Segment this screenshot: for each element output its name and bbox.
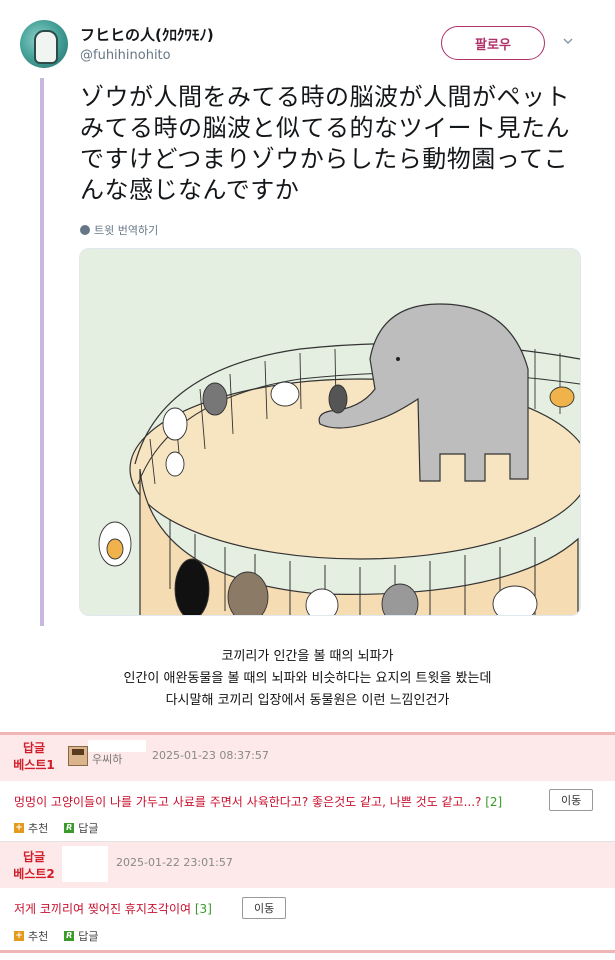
zoo-illustration xyxy=(80,249,580,615)
section-divider xyxy=(0,950,615,953)
caption-line: 다시말해 코끼리 입장에서 동물원은 이런 느낌인건가 xyxy=(165,693,450,708)
chevron-down-icon[interactable] xyxy=(563,36,573,46)
tweet-image[interactable] xyxy=(79,248,581,616)
post-caption: 코끼리가 인간을 볼 때의 뇌파가 인간이 애완동물을 볼 때의 뇌파와 비슷하… xyxy=(0,646,615,712)
profile-avatar[interactable] xyxy=(20,20,68,68)
comment-date: 2025-01-22 23:01:57 xyxy=(116,856,233,869)
comment-date: 2025-01-23 08:37:57 xyxy=(152,749,269,762)
nickname-redaction xyxy=(88,740,146,752)
user-redaction xyxy=(62,846,108,882)
caption-line: 인간이 애완동물을 볼 때의 뇌파와 비슷하다는 요지의 트윗을 봤는데 xyxy=(123,671,492,686)
best-comment-header: 답글 베스트1 우씨하 2025-01-23 08:37:57 xyxy=(0,735,615,781)
best-comment-header: 답글 베스트2 2025-01-22 23:01:57 xyxy=(0,842,615,888)
translate-link[interactable]: 트윗 번역하기 xyxy=(80,222,158,238)
comment-actions: + 추천 R 답글 xyxy=(14,820,99,836)
reply-button[interactable]: R 답글 xyxy=(64,820,99,836)
display-name[interactable]: フヒヒの人(ｸﾛｸﾜﾓﾉ) xyxy=(80,24,214,45)
plus-icon: + xyxy=(14,931,24,941)
reply-button[interactable]: R 답글 xyxy=(64,928,99,944)
move-button[interactable]: 이동 xyxy=(549,789,594,811)
reply-icon: R xyxy=(64,931,75,941)
user-nickname[interactable]: 우씨하 xyxy=(92,751,122,767)
tweet-text: ゾウが人間をみてる時の脳波が人間がペットみてる時の脳波と似てる的なツイート見たん… xyxy=(80,83,570,204)
best-label: 답글 베스트2 xyxy=(13,850,55,881)
best-label: 답글 베스트1 xyxy=(13,741,55,772)
comment-text[interactable]: 멍멍이 고양이들이 나를 가두고 사료를 주면서 사육한다고? 좋은것도 같고,… xyxy=(14,793,502,810)
comment-text[interactable]: 저게 코끼리여 찢어진 휴지조각이여 [3] xyxy=(14,900,212,917)
reply-icon: R xyxy=(64,823,75,833)
thread-line xyxy=(40,78,44,626)
reply-count: [3] xyxy=(194,902,212,916)
translate-label: 트윗 번역하기 xyxy=(94,224,159,237)
caption-line: 코끼리가 인간을 볼 때의 뇌파가 xyxy=(221,649,394,664)
user-avatar[interactable] xyxy=(68,746,88,766)
comment-actions: + 추천 R 답글 xyxy=(14,928,99,944)
globe-icon xyxy=(80,225,90,235)
recommend-button[interactable]: + 추천 xyxy=(14,820,48,836)
plus-icon: + xyxy=(14,823,24,833)
follow-button[interactable]: 팔로우 xyxy=(441,26,545,60)
recommend-button[interactable]: + 추천 xyxy=(14,928,48,944)
reply-count: [2] xyxy=(485,795,503,809)
user-handle[interactable]: @fuhihinohito xyxy=(80,48,171,63)
tweet-card: フヒヒの人(ｸﾛｸﾜﾓﾉ) @fuhihinohito 팔로우 ゾウが人間をみて… xyxy=(0,0,615,640)
move-button[interactable]: 이동 xyxy=(242,897,287,919)
